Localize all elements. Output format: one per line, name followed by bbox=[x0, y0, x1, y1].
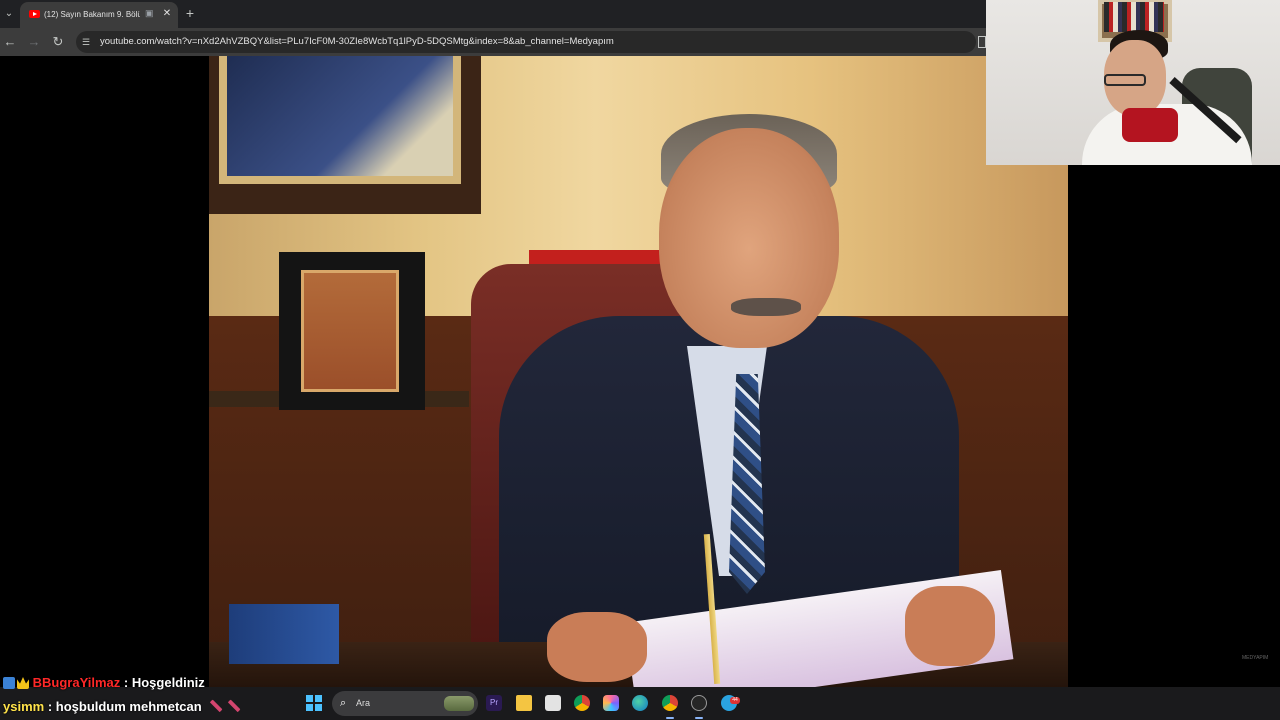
man-mustache bbox=[731, 298, 801, 316]
forward-arrow-icon[interactable]: → bbox=[26, 33, 42, 51]
video-watermark: MEDYAPIM bbox=[1242, 655, 1269, 661]
crown-badge-icon bbox=[17, 677, 29, 689]
obs-icon[interactable] bbox=[691, 695, 707, 711]
chrome-icon[interactable] bbox=[662, 695, 678, 711]
search-highlight-image bbox=[444, 696, 474, 711]
tab-title: (12) Sayın Bakanım 9. Bölüm bbox=[44, 10, 140, 19]
books bbox=[1104, 2, 1164, 32]
premiere-icon[interactable]: Pr bbox=[486, 695, 502, 711]
taskbar-search[interactable]: ⌕ Ara bbox=[332, 691, 478, 716]
chat-separator: : bbox=[120, 675, 132, 690]
extension-icon[interactable] bbox=[978, 36, 986, 48]
chat-message: BBugraYilmaz : Hoşgeldiniz bbox=[3, 673, 205, 693]
painting bbox=[209, 56, 481, 214]
edge-icon[interactable] bbox=[632, 695, 648, 711]
left-hand bbox=[547, 612, 647, 682]
address-bar[interactable]: ☰ youtube.com/watch?v=nXd2AhVZBQY&list=P… bbox=[76, 31, 976, 53]
windows-start-icon[interactable] bbox=[306, 695, 322, 711]
back-arrow-icon[interactable]: ← bbox=[2, 33, 18, 51]
chat-username: ysimm bbox=[3, 699, 45, 714]
microphone bbox=[1122, 108, 1178, 142]
video-player[interactable] bbox=[209, 56, 1068, 687]
search-placeholder: Ara bbox=[356, 698, 371, 708]
plus-icon[interactable]: + bbox=[183, 5, 197, 21]
webcam-overlay bbox=[986, 0, 1280, 165]
emote-icon bbox=[227, 699, 242, 713]
search-icon: ⌕ bbox=[340, 697, 347, 709]
chat-text: hoşbuldum mehmetcan bbox=[55, 699, 202, 714]
chrome-icon[interactable] bbox=[574, 695, 590, 711]
browser-tab-bar: ⌄ (12) Sayın Bakanım 9. Bölüm ▣ ✕ + bbox=[0, 0, 986, 28]
active-indicator bbox=[695, 717, 703, 719]
chat-text: Hoşgeldiniz bbox=[131, 675, 205, 690]
close-icon[interactable]: ✕ bbox=[161, 7, 173, 21]
chat-message: ysimm : hoşbuldum mehmetcan bbox=[3, 697, 242, 717]
blue-badge-icon bbox=[3, 677, 15, 689]
glasses bbox=[1104, 74, 1146, 86]
browser-tab[interactable]: (12) Sayın Bakanım 9. Bölüm ▣ ✕ bbox=[20, 2, 178, 28]
document-icon[interactable] bbox=[545, 695, 561, 711]
right-hand bbox=[905, 586, 995, 666]
site-info-icon[interactable]: ☰ bbox=[82, 36, 94, 48]
browser-toolbar: ← → ↻ ☰ youtube.com/watch?v=nXd2AhVZBQY&… bbox=[0, 28, 986, 56]
cast-icon: ▣ bbox=[145, 8, 154, 18]
photos-icon[interactable] bbox=[603, 695, 619, 711]
notification-badge: 44 bbox=[730, 697, 740, 704]
active-indicator bbox=[666, 717, 674, 719]
folder-icon[interactable] bbox=[516, 695, 532, 711]
chat-username: BBugraYilmaz bbox=[32, 675, 121, 690]
reload-icon[interactable]: ↻ bbox=[50, 33, 66, 51]
youtube-favicon-icon bbox=[29, 10, 40, 18]
emote-icon bbox=[209, 699, 224, 713]
blue-cards bbox=[229, 604, 339, 664]
url-text[interactable]: youtube.com/watch?v=nXd2AhVZBQY&list=PLu… bbox=[100, 34, 960, 50]
chat-separator: : bbox=[44, 699, 56, 714]
tab-search-chevron-icon[interactable]: ⌄ bbox=[0, 4, 18, 24]
award-plaque bbox=[279, 252, 425, 410]
